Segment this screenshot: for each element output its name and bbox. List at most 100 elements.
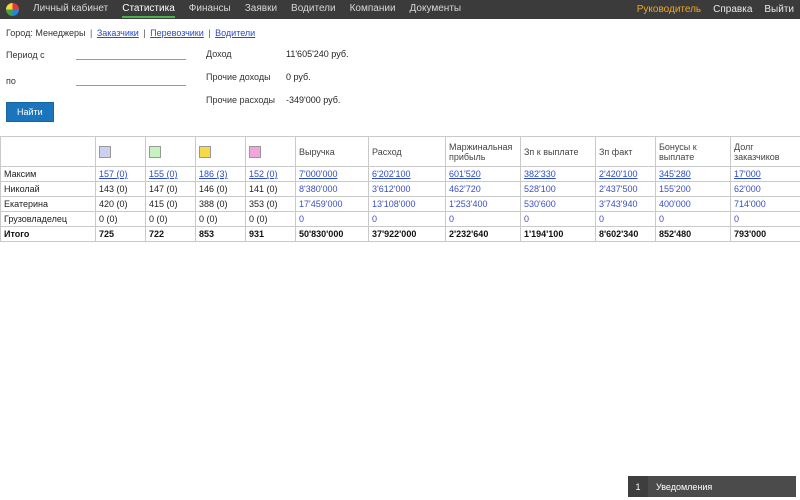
table-cell: 793'000 — [730, 226, 800, 242]
nav-right-item[interactable]: Справка — [713, 4, 752, 15]
period-to-label: по — [6, 76, 16, 86]
table-cell: 0 — [520, 211, 596, 227]
table-total-row: Итого 725 722 853 931 50'830'000 37'922'000 2'2… — [0, 226, 800, 242]
table-cell: 0 (0) — [195, 211, 246, 227]
table-cell: 0 (0) — [95, 211, 146, 227]
table-cell: 155'200 — [655, 181, 731, 197]
nav-items-container: Личный кабинет Статистика Финансы Заявки Вод… — [33, 1, 461, 18]
table-cell: 528'100 — [520, 181, 596, 197]
nav-item[interactable]: Компании — [350, 1, 396, 18]
subnav-link[interactable]: Перевозчики — [150, 28, 204, 38]
color-swatch-icon — [199, 145, 211, 158]
summary-value: 11'605'240 руб. — [286, 49, 349, 59]
table-row: Николай 143 (0) 147 (0) 146 (0) 141 (0) 8'380… — [0, 181, 800, 197]
table-cell[interactable]: 6'202'100 — [368, 166, 446, 182]
table-cell: 714'000 — [730, 196, 800, 212]
table-cell[interactable]: 186 (3) — [195, 166, 246, 182]
summary-row: Доход 11'605'240 руб. — [206, 49, 348, 59]
search-button[interactable]: Найти — [6, 102, 54, 122]
table-cell: 0 — [730, 211, 800, 227]
table-cell: 0 — [295, 211, 369, 227]
table-cell: 2'232'640 — [445, 226, 521, 242]
header-name-column — [0, 136, 96, 167]
table-cell: 725 — [95, 226, 146, 242]
period-form: Период с по Найти — [6, 48, 206, 122]
table-cell: 17'459'000 — [295, 196, 369, 212]
table-cell: 141 (0) — [245, 181, 296, 197]
column-header: Выручка — [295, 136, 369, 167]
notification-count-badge: 1 — [628, 476, 648, 497]
table-cell: 13'108'000 — [368, 196, 446, 212]
color-swatch-icon — [99, 145, 111, 158]
table-cell: 0 (0) — [245, 211, 296, 227]
table-header-row: Выручка Расход Маржинальная прибыль Зп к вы… — [0, 136, 800, 167]
nav-item[interactable]: Статистика — [122, 1, 175, 18]
summary-row: Прочие доходы 0 руб. — [206, 72, 348, 82]
table-cell[interactable]: 2'420'100 — [595, 166, 656, 182]
table-cell: 0 — [445, 211, 521, 227]
table-cell: 147 (0) — [145, 181, 196, 197]
column-header: Расход — [368, 136, 446, 167]
top-navigation: Личный кабинет Статистика Финансы Заявки Вод… — [0, 0, 800, 19]
period-to-input[interactable] — [76, 74, 186, 86]
table-cell: 462'720 — [445, 181, 521, 197]
summary-value: -349'000 руб. — [286, 95, 341, 105]
table-cell: 931 — [245, 226, 296, 242]
table-cell[interactable]: 157 (0) — [95, 166, 146, 182]
table-cell: 420 (0) — [95, 196, 146, 212]
table-cell: 1'253'400 — [445, 196, 521, 212]
table-cell[interactable]: 155 (0) — [145, 166, 196, 182]
breadcrumb: Город: Менеджеры | Заказчики | Перевозчи… — [0, 19, 800, 42]
nav-right-item[interactable]: Выйти — [764, 4, 794, 15]
table-row: Грузовладелец 0 (0) 0 (0) 0 (0) 0 (0) 0 0 0 0 0 0 0… — [0, 211, 800, 227]
table-cell[interactable]: 152 (0) — [245, 166, 296, 182]
subnav-link[interactable]: Заказчики — [97, 28, 139, 38]
table-cell[interactable]: 601'520 — [445, 166, 521, 182]
table-cell[interactable]: 382'330 — [520, 166, 596, 182]
user-role-link[interactable]: Руководитель — [637, 4, 701, 15]
summary-row: Прочие расходы -349'000 руб. — [206, 95, 348, 105]
table-cell: 0 — [595, 211, 656, 227]
period-from-input[interactable] — [76, 48, 186, 60]
table-cell[interactable]: 7'000'000 — [295, 166, 369, 182]
row-name-cell: Максим — [0, 166, 96, 182]
nav-item[interactable]: Личный кабинет — [33, 1, 108, 18]
table-cell: 3'612'000 — [368, 181, 446, 197]
nav-item[interactable]: Водители — [291, 1, 336, 18]
nav-item[interactable]: Финансы — [189, 1, 231, 18]
column-header: Зп факт — [595, 136, 656, 167]
summary-label: Доход — [206, 49, 232, 59]
table-cell[interactable]: 17'000 — [730, 166, 800, 182]
summary-label: Прочие доходы — [206, 72, 271, 82]
table-row: Екатерина 420 (0) 415 (0) 388 (0) 353 (0) 17'… — [0, 196, 800, 212]
subnav-link[interactable]: Водители — [215, 28, 255, 38]
table-cell: 2'437'500 — [595, 181, 656, 197]
table-cell: 0 — [655, 211, 731, 227]
header-swatch-column — [145, 136, 196, 167]
column-header: Зп к выплате — [520, 136, 596, 167]
row-name-cell: Екатерина — [0, 196, 96, 212]
table-cell: 50'830'000 — [295, 226, 369, 242]
table-cell: 530'600 — [520, 196, 596, 212]
subnav-links: | Заказчики | Перевозчики | Водители — [88, 28, 255, 38]
nav-item[interactable]: Документы — [410, 1, 462, 18]
summary-label: Прочие расходы — [206, 95, 275, 105]
nav-item[interactable]: Заявки — [245, 1, 277, 18]
table-cell: 1'194'100 — [520, 226, 596, 242]
table-cell: 400'000 — [655, 196, 731, 212]
statistics-table: Выручка Расход Маржинальная прибыль Зп к вы… — [0, 136, 800, 242]
column-header: Маржинальная прибыль — [445, 136, 521, 167]
header-swatch-column — [245, 136, 296, 167]
color-swatch-icon — [149, 145, 161, 158]
separator: | — [205, 28, 214, 38]
table-cell[interactable]: 345'280 — [655, 166, 731, 182]
table-cell: 8'380'000 — [295, 181, 369, 197]
filter-zone: Период с по Найти Доход 11'605'240 руб. Пр… — [0, 42, 800, 122]
table-cell: 3'743'940 — [595, 196, 656, 212]
notifications-bar[interactable]: 1 Уведомления — [628, 476, 796, 497]
table-cell: 722 — [145, 226, 196, 242]
period-from-label: Период с — [6, 50, 45, 60]
table-cell: 146 (0) — [195, 181, 246, 197]
table-cell: 143 (0) — [95, 181, 146, 197]
subnav-prefix: Город: Менеджеры — [6, 28, 86, 38]
